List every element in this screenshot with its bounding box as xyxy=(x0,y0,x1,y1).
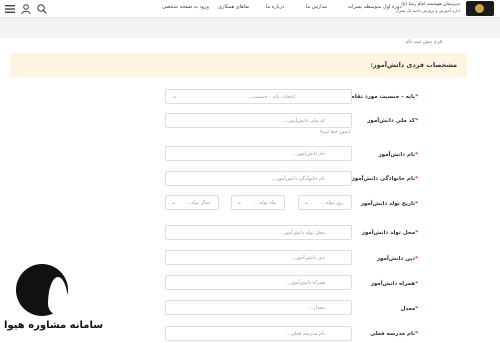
school-label: *نام مدرسه فعلی xyxy=(370,331,420,337)
national-code-label: *کد ملی دانش‌آموز xyxy=(367,118,420,124)
school-input[interactable]: نام مدرسه فعلی... xyxy=(165,326,352,341)
first-name-label-text: نام دانش‌آموز xyxy=(378,152,416,158)
chevron-down-icon: ⌄ xyxy=(304,199,310,206)
birth-place-label-text: محل تولد دانش‌آموز xyxy=(361,230,416,236)
breadcrumb: فرم پیش ثبت نام xyxy=(405,39,442,45)
school-placeholder: نام مدرسه فعلی... xyxy=(285,331,325,337)
mobile-placeholder: همراه دانش‌آموز... xyxy=(285,280,325,286)
nav-login[interactable]: ورود به صفحه شخصی xyxy=(162,4,209,10)
required-mark: * xyxy=(415,152,418,158)
required-mark: * xyxy=(415,118,418,124)
birth-place-placeholder: محل تولد دانش‌آموز... xyxy=(278,230,325,236)
watermark: سامانه مشاوره هیوا xyxy=(0,258,103,343)
birth-day-select[interactable]: روز تولد... ⌄ xyxy=(298,195,352,210)
required-mark: * xyxy=(415,306,418,312)
grade-select-value: انتخاب پایه - جنسیت... xyxy=(247,94,295,100)
religion-label: *دین دانش‌آموز xyxy=(377,256,420,262)
required-mark: * xyxy=(415,331,418,337)
national-code-note: (بدون خط تیره) xyxy=(320,130,350,135)
national-code-label-text: کد ملی دانش‌آموز xyxy=(367,118,416,124)
last-name-label-text: نام خانوادگی دانش‌آموز xyxy=(351,176,416,182)
nav-cooperation[interactable]: نقاهای همکاری xyxy=(218,4,249,10)
chevron-down-icon: ⌄ xyxy=(172,93,178,100)
section-header: مشخصات فردی دانش‌آموز: xyxy=(10,53,467,77)
search-icon[interactable] xyxy=(36,3,48,15)
required-mark: * xyxy=(415,176,418,182)
quill-shape xyxy=(48,277,68,315)
brand-text: دبیرستان هوشمند امام رضا (ع) اداره آموزش… xyxy=(382,2,460,14)
first-name-placeholder: نام دانش‌آموز... xyxy=(292,151,325,157)
user-icon[interactable] xyxy=(20,3,32,15)
chevron-down-icon: ⌄ xyxy=(237,199,243,206)
average-placeholder: معدل... xyxy=(308,305,325,311)
chevron-down-icon: ⌄ xyxy=(171,199,177,206)
grade-label: *پایه - جنسیت مورد تقاضا xyxy=(347,94,420,100)
birth-place-input[interactable]: محل تولد دانش‌آموز... xyxy=(165,225,352,240)
mobile-label: *همراه دانش‌آموز xyxy=(371,281,420,287)
required-mark: * xyxy=(415,230,418,236)
average-label-text: معدل xyxy=(400,306,416,312)
national-code-placeholder: کد ملی دانش‌آموز... xyxy=(283,118,325,124)
menu-icon[interactable] xyxy=(4,3,16,15)
first-name-input[interactable]: نام دانش‌آموز... xyxy=(165,146,352,161)
birth-date-label: *تاریخ تولد دانش‌آموز xyxy=(361,201,420,207)
birth-place-label: *محل تولد دانش‌آموز xyxy=(362,230,420,236)
birth-date-label-text: تاریخ تولد دانش‌آموز xyxy=(360,201,416,207)
national-code-input[interactable]: کد ملی دانش‌آموز... xyxy=(165,113,352,128)
required-mark: * xyxy=(415,201,418,207)
birth-month-value: ماه تولد... xyxy=(254,200,276,206)
first-name-label: *نام دانش‌آموز xyxy=(379,152,420,158)
hero-strip xyxy=(0,18,500,38)
grade-label-text: پایه - جنسیت مورد تقاضا xyxy=(347,94,416,100)
religion-placeholder: دین دانش‌آموز... xyxy=(290,255,325,261)
last-name-placeholder: نام خانوادگی دانش‌آموز... xyxy=(271,176,325,182)
birth-year-select[interactable]: سال تولد... ⌄ xyxy=(165,195,219,210)
brand-logo[interactable] xyxy=(466,1,494,16)
school-label-text: نام مدرسه فعلی xyxy=(370,331,416,337)
average-input[interactable]: معدل... xyxy=(165,300,352,315)
last-name-label: *نام خانوادگی دانش‌آموز xyxy=(352,176,420,182)
birth-year-value: سال تولد... xyxy=(186,200,210,206)
average-label: *معدل xyxy=(401,306,420,312)
religion-input[interactable]: دین دانش‌آموز... xyxy=(165,250,352,265)
quill-logo-icon xyxy=(16,264,68,316)
last-name-input[interactable]: نام خانوادگی دانش‌آموز... xyxy=(165,171,352,186)
birth-month-select[interactable]: ماه تولد... ⌄ xyxy=(231,195,285,210)
brand-subtitle: اداره آموزش و پرورش ناحیه یک شیراز xyxy=(395,8,460,13)
required-mark: * xyxy=(415,94,418,100)
top-navbar: ورود به صفحه شخصی نقاهای همکاری درباره م… xyxy=(0,0,500,18)
birth-day-value: روز تولد... xyxy=(321,200,343,206)
nav-about[interactable]: درباره ما xyxy=(266,4,284,10)
nav-schools[interactable]: مدارس ما xyxy=(306,4,327,10)
mobile-input[interactable]: همراه دانش‌آموز... xyxy=(165,275,352,290)
mobile-label-text: همراه دانش‌آموز xyxy=(370,281,416,287)
grade-select[interactable]: انتخاب پایه - جنسیت... ⌄ xyxy=(165,89,352,104)
required-mark: * xyxy=(415,256,418,262)
watermark-text: سامانه مشاوره هیوا xyxy=(4,320,104,331)
required-mark: * xyxy=(415,281,418,287)
section-title: مشخصات فردی دانش‌آموز: xyxy=(370,61,457,69)
religion-label-text: دین دانش‌آموز xyxy=(376,256,416,262)
